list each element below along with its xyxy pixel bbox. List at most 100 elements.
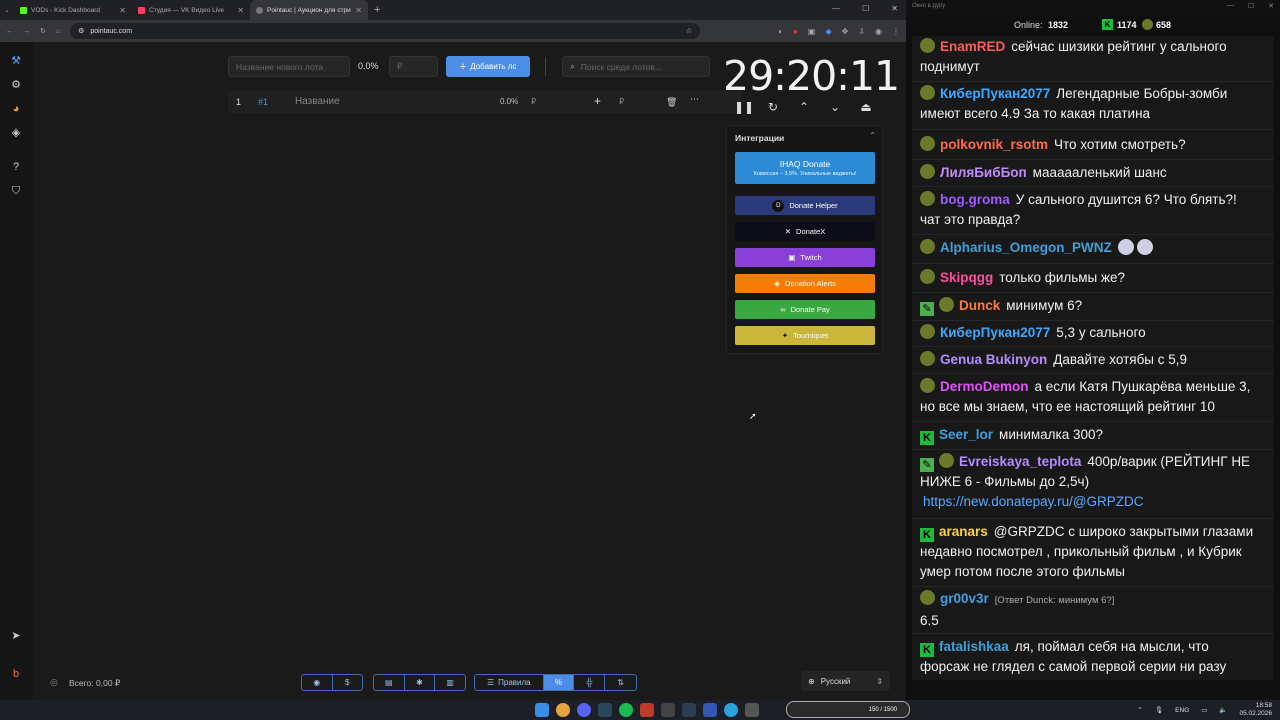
donate-helper-button[interactable]: D Donate Helper (735, 196, 875, 215)
grid-toggle-icon[interactable]: ╬ (574, 675, 606, 690)
bug-icon[interactable]: ✱ (405, 675, 436, 690)
app-icon[interactable] (703, 703, 717, 717)
spotify-icon[interactable] (619, 703, 633, 717)
chat-nick[interactable]: Alpharius_Omegon_PWNZ (940, 240, 1112, 255)
extension-icon[interactable]: ▣ (808, 27, 816, 36)
shield-icon[interactable]: ⛉ (9, 184, 23, 198)
chat-nick[interactable]: КиберПукан2077 (940, 325, 1050, 340)
chat-nick[interactable]: fatalishkaa (939, 639, 1009, 654)
chrome-icon[interactable] (556, 703, 570, 717)
steam-icon[interactable] (598, 703, 612, 717)
extension-icon[interactable]: ◐ (778, 27, 783, 36)
chat-nick[interactable]: Genua Bukinyon (940, 352, 1047, 367)
donation-alerts-button[interactable]: ◈ Donation Alerts (735, 274, 875, 293)
more-icon[interactable]: ⋯ (690, 94, 699, 105)
volume-icon[interactable]: 🔈 (1219, 706, 1227, 714)
home-icon[interactable]: ⌂ (56, 28, 60, 35)
time-down-icon[interactable]: ⌄ (827, 100, 843, 114)
bookmark-star-icon[interactable]: ☆ (686, 27, 692, 35)
telegram-icon[interactable]: ➤ (9, 629, 23, 643)
app-icon[interactable] (682, 703, 696, 717)
extension-icon[interactable]: ◆ (825, 27, 831, 36)
profile-icon[interactable]: ◉ (875, 27, 882, 36)
clock[interactable]: 18:58 05.02.2026 (1239, 702, 1272, 718)
lot-amount[interactable]: ₽ (531, 97, 536, 106)
lot-extra-amount[interactable]: ₽ (619, 97, 624, 106)
time-up-icon[interactable]: ⌃ (796, 100, 812, 114)
delete-icon[interactable]: 🗑 (666, 97, 677, 108)
chat-nick[interactable]: ЛиляБибБоп (940, 165, 1027, 180)
auction-hammer-icon[interactable]: ⚒ (9, 54, 23, 68)
amount-input[interactable]: ₽ (389, 56, 438, 77)
close-tab-icon[interactable]: ✕ (119, 6, 126, 15)
wheel-icon[interactable]: ◕ (9, 102, 23, 116)
layers-icon[interactable]: ◈ (9, 126, 23, 140)
tray-chevron-icon[interactable]: ⌃ (1137, 706, 1142, 714)
github-icon[interactable]: ◉ (302, 675, 333, 690)
chat-nick[interactable]: aranars (939, 524, 988, 539)
app-icon[interactable] (640, 703, 654, 717)
settings-gear-icon[interactable]: ⚙ (9, 78, 23, 92)
close-tab-icon[interactable]: ✕ (355, 6, 362, 15)
puzzle-icon[interactable]: ✥ (842, 27, 849, 36)
app-icon[interactable] (661, 703, 675, 717)
minimize-icon[interactable]: — (832, 4, 840, 13)
chat-nick[interactable]: gr00v3r (940, 591, 989, 606)
start-icon[interactable] (535, 703, 549, 717)
tab-pointauc[interactable]: Pointauc | Аукцион для стрима ✕ (250, 0, 368, 20)
reload-icon[interactable]: ↻ (40, 27, 46, 35)
percent-toggle-icon[interactable]: % (543, 675, 575, 690)
maximize-icon[interactable]: ☐ (1248, 2, 1254, 10)
tab-kick[interactable]: VODs - Kick Dashboard ✕ (14, 0, 132, 20)
tab-list-chevron-icon[interactable]: ⌄ (0, 6, 14, 14)
new-tab-icon[interactable]: + (374, 4, 380, 16)
collapse-icon[interactable]: ⏏ (858, 100, 874, 114)
hide-eye-icon[interactable]: ◎ (50, 677, 58, 688)
chat-nick[interactable]: Dunck (959, 298, 1000, 313)
boosty-icon[interactable]: b (9, 667, 23, 681)
add-amount-icon[interactable]: + (594, 94, 601, 108)
search-lots-input[interactable]: ⌕ Поиск среди лотов... (562, 56, 710, 77)
menu-icon[interactable]: ⋮ (892, 27, 900, 36)
close-window-icon[interactable]: ✕ (1268, 2, 1274, 10)
sort-icon[interactable]: ⇅ (605, 675, 636, 690)
meme-party-widget[interactable]: 150 / 1500 (786, 701, 910, 718)
site-info-icon[interactable]: ⚙ (78, 27, 84, 35)
rules-button[interactable]: ☰ Правила (475, 675, 544, 690)
close-window-icon[interactable]: ✕ (891, 4, 898, 13)
collapse-chevron-icon[interactable]: ⌃ (869, 131, 876, 140)
help-icon[interactable]: ? (9, 160, 23, 174)
archive-icon[interactable]: ▥ (435, 675, 465, 690)
donate-pay-button[interactable]: ∞ Donate Pay (735, 300, 875, 319)
reset-icon[interactable]: ↻ (765, 100, 781, 114)
minimize-icon[interactable]: — (1227, 2, 1234, 10)
forward-icon[interactable]: → (23, 28, 30, 35)
tab-vk[interactable]: Студия — VK Видео Live ✕ (132, 0, 250, 20)
discord-icon[interactable] (577, 703, 591, 717)
add-lot-button[interactable]: + Добавить лот (446, 56, 530, 77)
save-icon[interactable]: ▤ (374, 675, 405, 690)
chat-nick[interactable]: polkovnik_rsotm (940, 137, 1048, 152)
maximize-icon[interactable]: ☐ (862, 4, 869, 13)
twitch-button[interactable]: ▣ Twitch (735, 248, 875, 267)
donatex-button[interactable]: ✕ DonateX (735, 222, 875, 241)
download-icon[interactable]: ⇩ (858, 27, 865, 36)
chat-nick[interactable]: EnamRED (940, 39, 1005, 54)
donate-link[interactable]: https://new.donatepay.ru/@GRPZDC (920, 494, 1144, 509)
mic-icon[interactable]: 🎙 (1155, 706, 1163, 714)
keyboard-language[interactable]: ENG (1175, 707, 1189, 714)
language-select[interactable]: ⊕ Русский ⇕ (801, 671, 890, 691)
back-icon[interactable]: ← (6, 28, 13, 35)
ihaq-donate-button[interactable]: IHAQ Donate Комиссия – 3,5%. Уникальные … (735, 152, 875, 184)
chat-nick[interactable]: DermoDemon (940, 379, 1029, 394)
network-icon[interactable]: ▭ (1201, 706, 1207, 714)
extension-icon[interactable]: ● (793, 27, 798, 36)
lot-name[interactable]: Название (295, 96, 340, 107)
new-lot-input[interactable]: Название нового лота (228, 56, 350, 77)
address-bar[interactable]: ⚙ pointauc.com ☆ (70, 23, 701, 39)
close-tab-icon[interactable]: ✕ (237, 6, 244, 15)
chat-nick[interactable]: КиберПукан2077 (940, 86, 1050, 101)
app-icon[interactable] (745, 703, 759, 717)
telegram-icon[interactable] (724, 703, 738, 717)
chat-nick[interactable]: bog.groma (940, 192, 1010, 207)
